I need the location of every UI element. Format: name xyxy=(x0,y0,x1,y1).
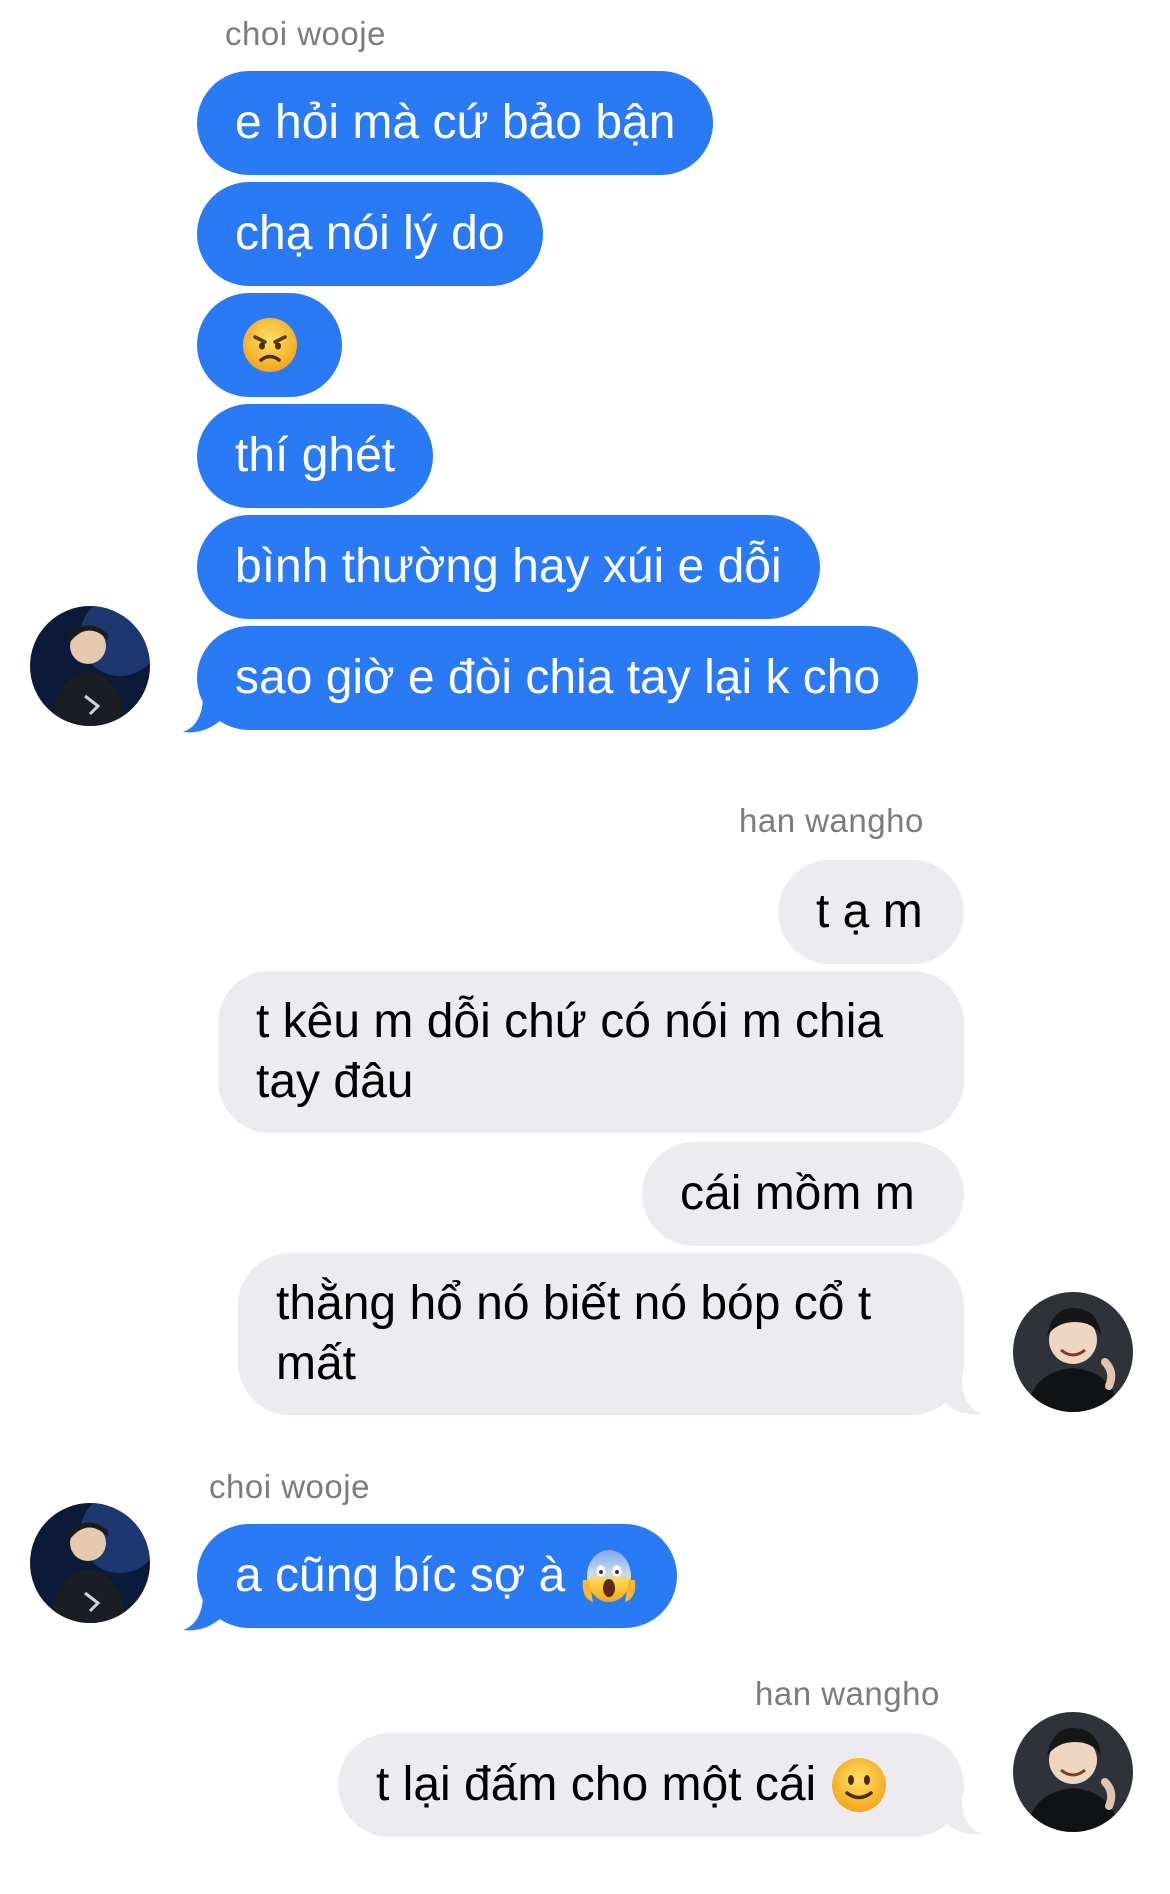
avatar-image xyxy=(1013,1712,1133,1832)
message-bubble[interactable] xyxy=(197,293,342,397)
bubble-tail xyxy=(183,1594,223,1631)
bubble-tail xyxy=(183,696,223,733)
message-text: t ạ m xyxy=(816,885,923,938)
message-bubble[interactable]: thí ghét xyxy=(197,404,434,508)
face-screaming-in-fear-icon xyxy=(583,1550,636,1602)
message-bubble[interactable]: bình thường hay xúi e dỗi xyxy=(197,515,820,619)
message-bubble[interactable]: t ạ m xyxy=(778,860,964,964)
message-bubble[interactable]: e hỏi mà cứ bảo bận xyxy=(197,71,714,175)
message-text: t kêu m dỗi chứ có nói m chia tay đâu xyxy=(256,995,884,1108)
message-text: a cũng bíc sợ à xyxy=(235,1549,566,1602)
sender-name: han wangho xyxy=(739,802,924,839)
avatar-image xyxy=(30,1503,150,1623)
slightly-smiling-face-icon xyxy=(832,1758,887,1812)
message-bubble[interactable]: chạ nói lý do xyxy=(197,182,543,286)
message-text: cái mồm m xyxy=(680,1167,915,1220)
message-bubble[interactable]: sao giờ e đòi chia tay lại k cho xyxy=(197,626,919,730)
angry-face-icon xyxy=(242,318,297,372)
sender-name: choi wooje xyxy=(209,1468,370,1505)
message-text: chạ nói lý do xyxy=(235,207,505,260)
message-bubble[interactable]: a cũng bíc sợ à xyxy=(197,1524,678,1628)
avatar-image xyxy=(1013,1292,1133,1412)
message-bubble[interactable]: cái mồm m xyxy=(642,1142,964,1246)
avatar[interactable] xyxy=(1013,1292,1133,1412)
message-text: thí ghét xyxy=(235,429,396,482)
message-text: thằng hổ nó biết nó bóp cổ t mất xyxy=(276,1277,872,1390)
message-text: e hỏi mà cứ bảo bận xyxy=(235,96,676,149)
sender-name: han wangho xyxy=(755,1675,940,1712)
avatar[interactable] xyxy=(1013,1712,1133,1832)
message-text: sao giờ e đòi chia tay lại k cho xyxy=(235,651,881,704)
message-text: bình thường hay xúi e dỗi xyxy=(235,540,782,593)
message-bubble[interactable]: thằng hổ nó biết nó bóp cổ t mất xyxy=(238,1253,964,1415)
message-text: t lại đấm cho một cái xyxy=(376,1758,817,1811)
bubble-tail xyxy=(942,1378,982,1415)
sender-name: choi wooje xyxy=(225,15,386,52)
bubble-tail xyxy=(942,1798,982,1835)
message-bubble[interactable]: t kêu m dỗi chứ có nói m chia tay đâu xyxy=(218,971,964,1133)
message-bubble[interactable]: t lại đấm cho một cái xyxy=(338,1733,964,1837)
avatar[interactable] xyxy=(30,606,150,726)
avatar-image xyxy=(30,606,150,726)
avatar[interactable] xyxy=(30,1503,150,1623)
